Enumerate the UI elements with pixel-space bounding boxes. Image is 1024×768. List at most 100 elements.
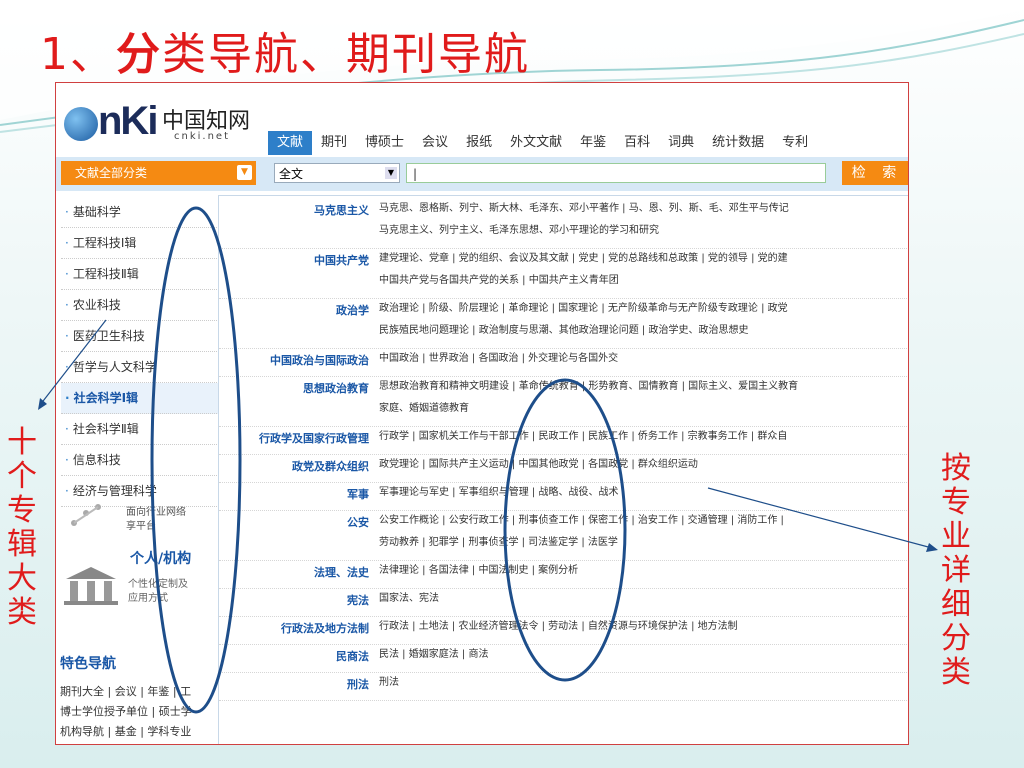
title-rest: 类导航、期刊导航 [162,29,530,80]
annotation-char: 细 [941,587,971,622]
subcategory-links[interactable]: 民法 | 婚姻家庭法 | 商法 [379,644,908,666]
tab-0[interactable]: 文献 [268,131,313,155]
subcategory-links[interactable]: 刑法 [379,672,908,694]
subcategory-links[interactable]: 思想政治教育和精神文明建设 | 革命传统教育 | 形势教育、国情教育 | 国际主… [379,376,908,398]
subcategory-row: 马克思主义 马克思、恩格斯、列宁、斯大林、毛泽东、邓小平著作 | 马、恩、列、斯、… [219,198,908,249]
subcategory-row: 行政学及国家行政管理 行政学 | 国家机关工作与干部工作 | 民政工作 | 民族工… [219,426,908,455]
subcategory-title[interactable]: 民商法 [219,648,369,664]
tab-7[interactable]: 百科 [615,131,659,155]
search-input[interactable]: | [406,163,826,183]
subcategory-links[interactable]: 建党理论、党章 | 党的组织、会议及其文献 | 党史 | 党的总路线和总政策 |… [379,248,908,270]
logo-domain: cnki.net [174,131,230,142]
category-item[interactable]: · 信息科技 [61,445,221,476]
subcategory-title[interactable]: 刑法 [219,676,369,692]
subcategory-title[interactable]: 行政学及国家行政管理 [219,430,369,446]
subcategory-links[interactable]: 国家法、宪法 [379,588,908,610]
subcategory-title[interactable]: 军事 [219,486,369,502]
subcategory-body: 刑法 [379,672,908,694]
subcategory-body: 公安工作概论 | 公安行政工作 | 刑事侦查工作 | 保密工作 | 治安工作 |… [379,510,908,554]
feature-row[interactable]: 期刊大全 | 会议 | 年鉴 | 工 [60,683,191,699]
industry-line-2: 享平台 [126,521,156,532]
feature-nav-title: 特色导航 [60,656,116,672]
subcategory-links[interactable]: 政治理论 | 阶级、阶层理论 | 革命理论 | 国家理论 | 无产阶级革命与无产… [379,298,908,320]
subcategory-row: 政党及群众组织 政党理论 | 国际共产主义运动 | 中国其他政党 | 各国政党 |… [219,454,908,483]
feature-row[interactable]: 机构导航 | 基金 | 学科专业 [60,723,191,739]
annotation-char: 专 [941,485,971,520]
subcategory-title[interactable]: 政治学 [219,302,369,318]
globe-icon [64,107,98,141]
bullet-icon: · [65,484,69,498]
subcategory-links[interactable]: 民族殖民地问题理论 | 政治制度与思潮、其他政治理论问题 | 政治学史、政治思想… [379,320,908,342]
subcategory-title[interactable]: 思想政治教育 [219,380,369,396]
category-item[interactable]: · 基础科学 [61,197,221,228]
subcategory-row: 政治学 政治理论 | 阶级、阶层理论 | 革命理论 | 国家理论 | 无产阶级革命… [219,298,908,349]
tab-4[interactable]: 报纸 [457,131,501,155]
tab-3[interactable]: 会议 [413,131,457,155]
subcategory-row: 法理、法史 法律理论 | 各国法律 | 中国法制史 | 案例分析 [219,560,908,589]
search-button[interactable]: 检 索 [842,161,908,185]
subcategory-title[interactable]: 公安 [219,514,369,530]
network-icon [71,504,101,526]
category-label: 农业科技 [72,298,121,312]
subcategory-title[interactable]: 马克思主义 [219,202,369,218]
subcategory-title[interactable]: 法理、法史 [219,564,369,580]
subcategory-links[interactable]: 中国政治 | 世界政治 | 各国政治 | 外交理论与各国外交 [379,348,908,370]
subcategory-links[interactable]: 马克思主义、列宁主义、毛泽东思想、邓小平理论的学习和研究 [379,220,908,242]
category-item[interactable]: · 农业科技 [61,290,221,321]
category-dropdown[interactable]: 文献全部分类 ▼ [61,161,256,185]
field-select-label: 全文 [279,167,304,181]
cnki-logo[interactable]: nKi 中国知网 cnki.net [62,99,262,149]
subcategory-links[interactable]: 中国共产党与各国共产党的关系 | 中国共产主义青年团 [379,270,908,292]
subcategory-links[interactable]: 劳动教养 | 犯罪学 | 刑事侦查学 | 司法鉴定学 | 法医学 [379,532,908,554]
category-label: 医药卫生科技 [72,329,145,343]
tab-6[interactable]: 年鉴 [571,131,615,155]
subcategory-row: 军事 军事理论与军史 | 军事组织与管理 | 战略、战役、战术 [219,482,908,511]
feature-row[interactable]: 博士学位授予单位 | 硕士学 [60,703,192,719]
subcategory-links[interactable]: 家庭、婚姻道德教育 [379,398,908,420]
subcategory-links[interactable]: 行政法 | 土地法 | 农业经济管理法令 | 劳动法 | 自然资源与环境保护法 … [379,616,908,638]
subcategory-title[interactable]: 中国共产党 [219,252,369,268]
tab-9[interactable]: 统计数据 [703,131,773,155]
tab-8[interactable]: 词典 [659,131,703,155]
personal-desc-2: 应用方式 [128,593,168,604]
annotation-char: 个 [7,459,37,494]
category-item[interactable]: · 工程科技Ⅱ辑 [61,259,221,290]
subcategory-body: 行政法 | 土地法 | 农业经济管理法令 | 劳动法 | 自然资源与环境保护法 … [379,616,908,638]
subcategory-body: 中国政治 | 世界政治 | 各国政治 | 外交理论与各国外交 [379,348,908,370]
subcategory-links[interactable]: 军事理论与军史 | 军事组织与管理 | 战略、战役、战术 [379,482,908,504]
subcategory-links[interactable]: 法律理论 | 各国法律 | 中国法制史 | 案例分析 [379,560,908,582]
category-label: 工程科技Ⅰ辑 [72,236,137,250]
subcategory-links[interactable]: 马克思、恩格斯、列宁、斯大林、毛泽东、邓小平著作 | 马、恩、列、斯、毛、邓生平… [379,198,908,220]
subcategory-body: 思想政治教育和精神文明建设 | 革命传统教育 | 形势教育、国情教育 | 国际主… [379,376,908,420]
bullet-icon: · [65,267,69,281]
category-item[interactable]: · 工程科技Ⅰ辑 [61,228,221,259]
category-item[interactable]: · 社会科学Ⅱ辑 [61,414,221,445]
industry-line-1: 面向行业网络 [126,507,186,518]
category-item[interactable]: · 哲学与人文科学 [61,352,221,383]
chevron-down-icon: ▼ [237,165,252,180]
bullet-icon: · [65,422,69,436]
subcategory-links[interactable]: 公安工作概论 | 公安行政工作 | 刑事侦查工作 | 保密工作 | 治安工作 |… [379,510,908,532]
category-label: 基础科学 [72,205,121,219]
subcategory-title[interactable]: 政党及群众组织 [219,458,369,474]
category-item[interactable]: · 社会科学Ⅰ辑 [61,383,221,414]
subcategory-title[interactable]: 行政法及地方法制 [219,620,369,636]
subcategory-body: 法律理论 | 各国法律 | 中国法制史 | 案例分析 [379,560,908,582]
subcategory-links[interactable]: 行政学 | 国家机关工作与干部工作 | 民政工作 | 民族工作 | 侨务工作 |… [379,426,908,448]
category-item[interactable]: · 医药卫生科技 [61,321,221,352]
annotation-char: 十 [7,425,37,460]
tab-5[interactable]: 外文文献 [501,131,571,155]
annotation-char: 业 [941,519,971,554]
personal-institution-title[interactable]: 个人/机构 [130,548,191,568]
tab-2[interactable]: 博硕士 [356,131,413,155]
subcategory-links[interactable]: 政党理论 | 国际共产主义运动 | 中国其他政党 | 各国政党 | 群众组织运动 [379,454,908,476]
tab-10[interactable]: 专利 [773,131,817,155]
subcategory-title[interactable]: 中国政治与国际政治 [219,352,369,368]
subcategory-row: 行政法及地方法制 行政法 | 土地法 | 农业经济管理法令 | 劳动法 | 自然资… [219,616,908,645]
bullet-icon: · [65,360,69,374]
subcategory-body: 行政学 | 国家机关工作与干部工作 | 民政工作 | 民族工作 | 侨务工作 |… [379,426,908,448]
subcategory-title[interactable]: 宪法 [219,592,369,608]
building-icon [64,567,118,605]
tab-1[interactable]: 期刊 [312,131,356,155]
field-select[interactable]: 全文 ▼ [274,163,400,183]
